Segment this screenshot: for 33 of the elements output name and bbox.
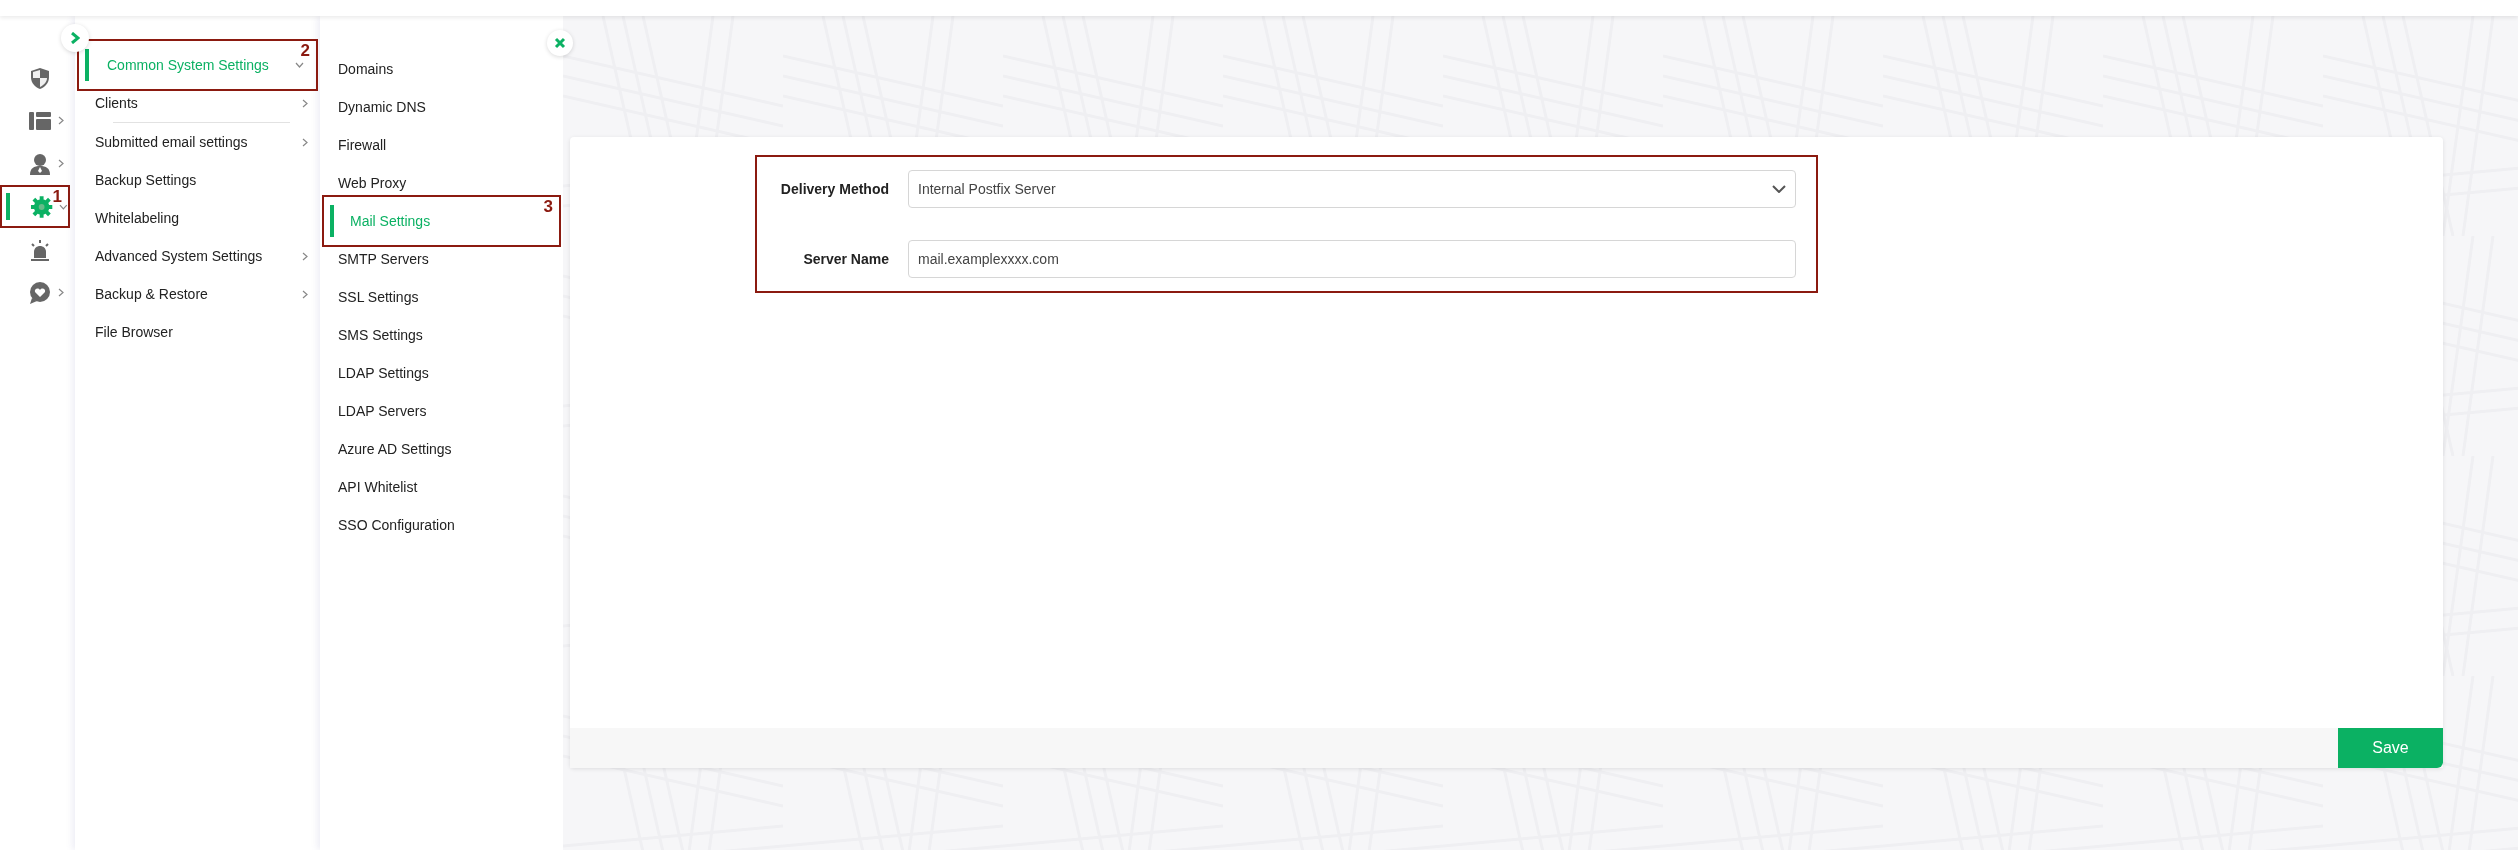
menu-item[interactable]: Backup & Restore (75, 275, 320, 313)
menu-item[interactable]: SMS Settings (320, 316, 563, 354)
chevron-down-icon (1772, 185, 1786, 193)
annotation-number: 1 (52, 188, 62, 205)
annotation-number: 3 (543, 198, 553, 215)
menu-item[interactable]: SSO Configuration (320, 506, 563, 544)
input-field[interactable]: mail.examplexxxx.com (908, 240, 1796, 278)
menu-item[interactable]: Whitelabeling (75, 199, 320, 237)
menu-item[interactable]: Backup Settings (75, 161, 320, 199)
menu-item[interactable]: Mail Settings 3 (322, 195, 561, 247)
menu-item[interactable]: Advanced System Settings (75, 237, 320, 275)
close-icon (554, 37, 566, 49)
menu-item[interactable]: Submitted email settings (75, 123, 320, 161)
menu-item[interactable]: File Browser (75, 313, 320, 351)
field-label: Server Name (802, 249, 889, 269)
user-icon (28, 151, 52, 176)
nav-icon-item[interactable]: 1 (0, 185, 70, 228)
menu-item[interactable]: API Whitelist (320, 468, 563, 506)
delivery-method-dropdown[interactable]: Internal Postfix Server (908, 170, 1796, 208)
menu-item[interactable]: Common System Settings 2 (77, 39, 318, 91)
chevron-right-icon (70, 32, 80, 44)
menu-item[interactable]: LDAP Settings (320, 354, 563, 392)
menu-item[interactable]: Dynamic DNS (320, 88, 563, 126)
menu-item[interactable]: Firewall (320, 126, 563, 164)
gear-icon (30, 194, 54, 219)
menu-item[interactable]: LDAP Servers (320, 392, 563, 430)
menu-item[interactable]: Azure AD Settings (320, 430, 563, 468)
alarm-icon (28, 237, 52, 262)
annotation-number: 2 (300, 42, 310, 59)
shield-icon (28, 65, 52, 90)
menu-item[interactable]: Domains (320, 50, 563, 88)
field-label: Delivery Method (779, 179, 889, 199)
menu-item[interactable]: SSL Settings (320, 278, 563, 316)
